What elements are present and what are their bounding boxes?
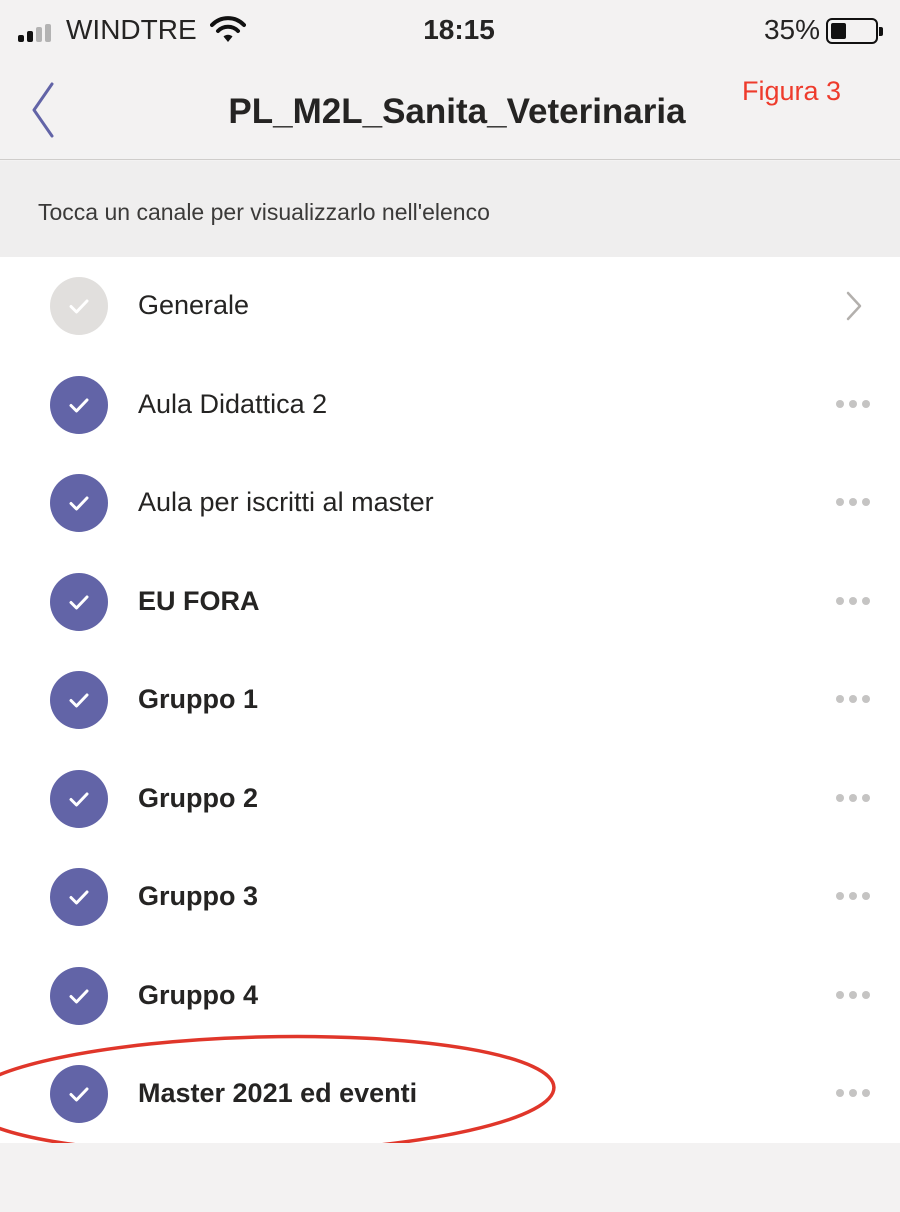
channel-row[interactable]: EU FORA bbox=[0, 553, 900, 652]
more-options-icon[interactable] bbox=[828, 876, 870, 918]
channel-row[interactable]: Aula Didattica 2 bbox=[0, 356, 900, 455]
channel-row[interactable]: Master 2021 ed eventi bbox=[0, 1045, 900, 1144]
checked-circle-icon[interactable] bbox=[50, 769, 108, 828]
checked-circle-icon[interactable] bbox=[50, 966, 108, 1025]
checked-circle-icon[interactable] bbox=[50, 868, 108, 926]
more-options-icon[interactable] bbox=[828, 778, 870, 820]
more-options-icon[interactable] bbox=[828, 581, 870, 623]
channel-row[interactable]: Gruppo 4 bbox=[0, 947, 900, 1046]
channel-list: Generale Aula Didattica 2 Aula per iscritt… bbox=[0, 257, 900, 1143]
channel-name: Gruppo 3 bbox=[138, 881, 258, 911]
navigation-bar: PL_M2L_Sanita_Veterinaria Figura 3 bbox=[0, 62, 900, 160]
channel-name: Gruppo 2 bbox=[138, 782, 258, 813]
checked-circle-icon[interactable] bbox=[50, 671, 108, 729]
channel-name: Aula Didattica 2 bbox=[138, 388, 328, 419]
channel-row[interactable]: Aula per iscritti al master bbox=[0, 454, 900, 553]
channel-row[interactable]: Gruppo 2 bbox=[0, 750, 900, 849]
channel-name: Master 2021 ed eventi bbox=[138, 1078, 418, 1108]
channel-name: Gruppo 1 bbox=[138, 684, 258, 714]
figure-annotation-label: Figura 3 bbox=[742, 76, 842, 106]
more-options-icon[interactable] bbox=[828, 679, 870, 721]
checked-circle-icon[interactable] bbox=[50, 572, 108, 631]
channel-name: Aula per iscritti al master bbox=[138, 487, 434, 517]
unchecked-circle-icon[interactable] bbox=[50, 277, 108, 335]
instruction-text: Tocca un canale per visualizzarlo nell'e… bbox=[38, 199, 490, 225]
instruction-banner: Tocca un canale per visualizzarlo nell'e… bbox=[0, 161, 900, 257]
chevron-right-icon[interactable] bbox=[828, 285, 870, 327]
checked-circle-icon[interactable] bbox=[50, 1065, 108, 1123]
more-options-icon[interactable] bbox=[828, 975, 870, 1017]
channel-name: EU FORA bbox=[138, 585, 260, 616]
checked-circle-icon[interactable] bbox=[50, 474, 108, 532]
list-footer bbox=[0, 1143, 900, 1212]
channel-name: Gruppo 4 bbox=[138, 979, 258, 1010]
more-options-icon[interactable] bbox=[828, 482, 870, 524]
channel-row[interactable]: Gruppo 1 bbox=[0, 651, 900, 750]
channel-row[interactable]: Gruppo 3 bbox=[0, 848, 900, 947]
status-bar: WINDTRE 18:15 35% bbox=[0, 0, 900, 62]
more-options-icon[interactable] bbox=[828, 1073, 870, 1115]
battery-icon bbox=[826, 18, 883, 44]
channel-name: Generale bbox=[138, 290, 250, 320]
more-options-icon[interactable] bbox=[828, 384, 870, 426]
battery-percent: 35% bbox=[763, 14, 820, 45]
channel-row[interactable]: Generale bbox=[0, 257, 900, 356]
checked-circle-icon[interactable] bbox=[50, 375, 108, 434]
